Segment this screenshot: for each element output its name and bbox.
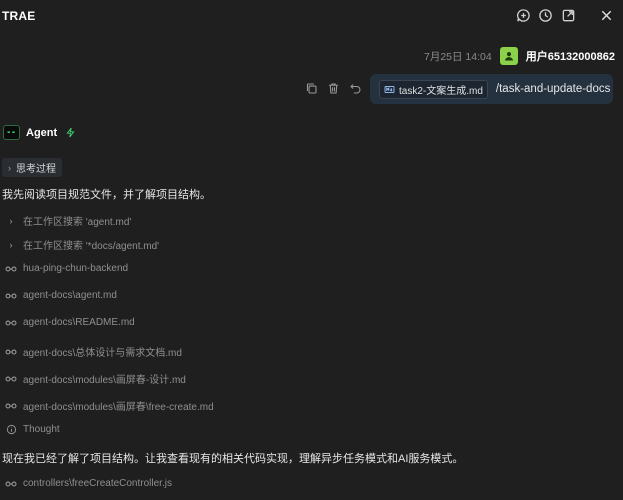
- file-path: agent-docs\modules\画屏春-设计.md: [23, 375, 186, 386]
- file-read-row[interactable]: agent-docs\总体设计与需求文档.md: [5, 344, 182, 359]
- search-row[interactable]: › 在工作区搜索 '*docs/agent.md': [5, 237, 160, 253]
- avatar: [499, 47, 518, 65]
- copy-icon[interactable]: [305, 82, 318, 95]
- close-icon[interactable]: [597, 6, 615, 24]
- glasses-icon: [5, 375, 17, 383]
- file-path: agent-docs\README.md: [23, 317, 135, 328]
- markdown-icon: [384, 85, 395, 93]
- file-read-row[interactable]: hua-ping-chun-backend: [5, 263, 128, 274]
- thinking-label: 思考过程: [16, 164, 56, 175]
- file-path: agent-docs\agent.md: [23, 290, 117, 301]
- chevron-right-icon: ›: [9, 215, 13, 226]
- glasses-icon: [5, 292, 17, 300]
- file-read-row[interactable]: controllers\freeCreateController.js: [5, 478, 172, 489]
- title-bar: TRAE: [0, 0, 623, 30]
- history-icon[interactable]: [536, 6, 554, 24]
- app-title: TRAE: [2, 9, 36, 23]
- agent-followup: 现在我已经了解了项目结构。让我查看现有的相关代码实现，理解异步任务模式和AI服务…: [2, 453, 464, 465]
- file-chip[interactable]: task2-文案生成.md: [379, 79, 488, 99]
- user-message-meta: 7月25日 14:04 用户65132000862: [424, 47, 615, 65]
- file-read-row[interactable]: agent-docs\modules\画屏春\free-create.md: [5, 398, 214, 413]
- glasses-icon: [5, 319, 17, 327]
- undo-icon[interactable]: [349, 82, 362, 95]
- file-path: agent-docs\总体设计与需求文档.md: [23, 348, 182, 359]
- chevron-right-icon: ›: [8, 162, 11, 173]
- agent-logo-icon: [3, 125, 20, 140]
- glasses-icon: [5, 265, 17, 273]
- message-time: 7月25日 14:04: [423, 50, 492, 63]
- search-label: 在工作区搜索 '*docs/agent.md': [23, 241, 160, 252]
- new-chat-icon[interactable]: [514, 6, 532, 24]
- info-icon: [5, 424, 17, 435]
- glasses-icon: [5, 402, 17, 410]
- glasses-icon: [5, 480, 17, 488]
- command-text: /task-and-update-docs: [495, 83, 611, 95]
- user-message-bubble: task2-文案生成.md /task-and-update-docs: [370, 74, 613, 104]
- file-read-row[interactable]: agent-docs\modules\画屏春-设计.md: [5, 371, 186, 386]
- file-path: controllers\freeCreateController.js: [23, 478, 172, 489]
- file-read-row[interactable]: agent-docs\agent.md: [5, 290, 117, 301]
- username: 用户65132000862: [525, 51, 615, 63]
- thought-label: Thought: [23, 424, 60, 435]
- lightning-icon: [65, 127, 76, 138]
- thinking-toggle[interactable]: › 思考过程: [2, 158, 62, 177]
- agent-intro: 我先阅读项目规范文件，并了解项目结构。: [2, 189, 211, 201]
- delete-icon[interactable]: [327, 82, 340, 95]
- file-chip-label: task2-文案生成.md: [399, 85, 483, 97]
- chevron-right-icon: ›: [9, 239, 13, 250]
- thought-row[interactable]: Thought: [5, 424, 60, 435]
- open-external-icon[interactable]: [559, 6, 577, 24]
- glasses-icon: [5, 348, 17, 356]
- file-path: agent-docs\modules\画屏春\free-create.md: [23, 402, 214, 413]
- search-label: 在工作区搜索 'agent.md': [23, 217, 132, 228]
- file-path: hua-ping-chun-backend: [23, 263, 129, 274]
- message-actions: [305, 82, 362, 95]
- agent-name: Agent: [26, 126, 58, 139]
- search-row[interactable]: › 在工作区搜索 'agent.md': [5, 213, 132, 229]
- agent-header: Agent: [3, 125, 76, 140]
- file-read-row[interactable]: agent-docs\README.md: [5, 317, 135, 328]
